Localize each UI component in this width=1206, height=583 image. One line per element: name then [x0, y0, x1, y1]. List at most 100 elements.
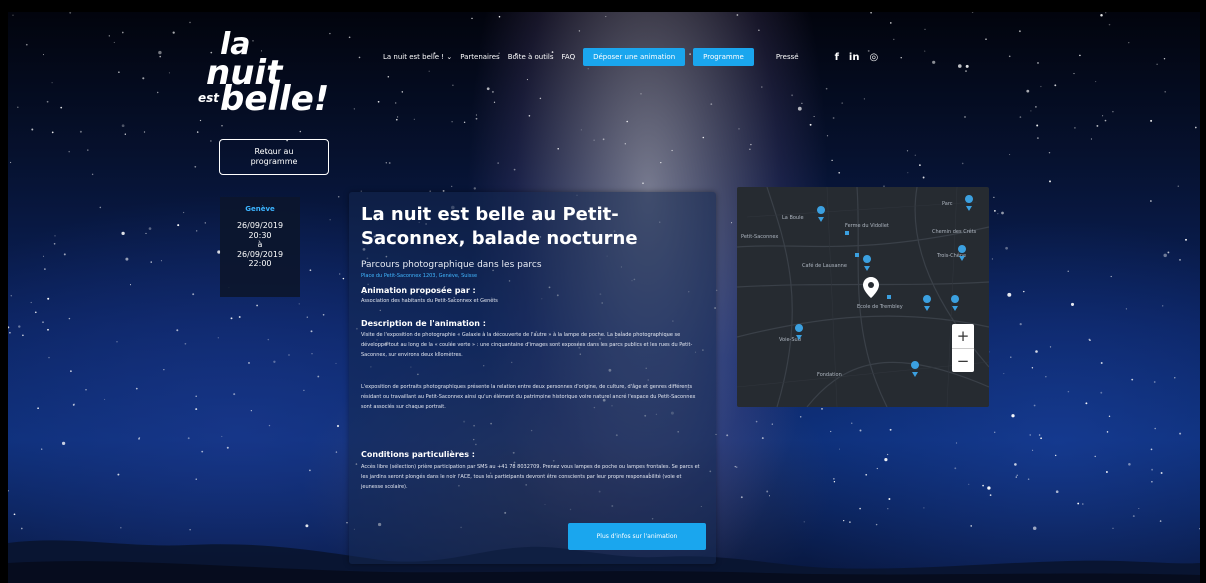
back-button-label-line1: Retour au — [254, 146, 294, 156]
star — [116, 341, 118, 343]
linkedin-icon[interactable]: in — [849, 52, 860, 63]
star — [1131, 378, 1134, 381]
star — [298, 303, 300, 305]
star — [1070, 302, 1075, 306]
star — [887, 508, 889, 510]
facebook-icon[interactable]: f — [835, 52, 839, 63]
instagram-icon[interactable]: ◎ — [869, 52, 878, 63]
star — [195, 408, 198, 411]
star — [42, 54, 45, 56]
star — [1040, 85, 1042, 88]
star — [1018, 30, 1021, 33]
star — [971, 12, 974, 13]
star — [108, 35, 110, 37]
star — [12, 14, 14, 16]
star — [142, 77, 145, 80]
star — [1015, 476, 1017, 478]
star — [1067, 270, 1069, 272]
star — [1031, 367, 1034, 369]
star — [1033, 404, 1036, 407]
logo-text-belle: belle! — [220, 79, 330, 119]
star — [1112, 110, 1114, 113]
star — [1009, 154, 1011, 156]
event-map[interactable]: La Boule Ferme du Vidollet Petit-Saconne… — [737, 187, 989, 407]
star — [248, 362, 250, 364]
event-date-box: Genève 26/09/2019 20:30 à 26/09/2019 22:… — [220, 197, 300, 297]
site-logo[interactable]: la nuit est belle! — [198, 22, 348, 117]
star — [602, 138, 605, 141]
star — [557, 147, 559, 150]
star — [1102, 115, 1104, 117]
star — [238, 316, 241, 318]
event-place[interactable]: Place du Petit-Saconnex 1203, Genève, Su… — [361, 273, 477, 279]
star — [825, 87, 828, 90]
star — [809, 123, 812, 126]
star — [961, 162, 964, 165]
star — [841, 102, 844, 104]
star — [924, 50, 926, 52]
star — [194, 165, 197, 168]
star — [923, 507, 925, 509]
star — [1055, 454, 1057, 457]
star — [1179, 432, 1182, 435]
nav-item-boite-a-outils[interactable]: Boite à outils — [508, 53, 554, 61]
star — [1045, 376, 1047, 378]
star — [79, 130, 82, 133]
nav-item-la-nuit-est-belle[interactable]: La nuit est belle ! ⌄ — [383, 53, 452, 61]
star — [1106, 431, 1109, 433]
star — [475, 114, 477, 116]
star — [1029, 434, 1031, 436]
star — [60, 106, 63, 109]
back-button-label-line2: programme — [250, 157, 298, 166]
star — [337, 196, 340, 198]
star — [1100, 362, 1103, 364]
star — [989, 494, 992, 496]
star — [117, 473, 120, 476]
star — [771, 423, 773, 425]
star — [813, 115, 815, 118]
star — [473, 187, 476, 190]
event-city: Genève — [245, 205, 275, 213]
star — [387, 75, 390, 78]
star — [859, 429, 862, 432]
zoom-in-button[interactable]: + — [952, 324, 974, 349]
star — [47, 297, 50, 300]
star — [91, 173, 94, 176]
star — [1016, 474, 1018, 476]
programme-button[interactable]: Programme — [693, 48, 754, 66]
star — [1151, 468, 1154, 471]
star — [1067, 390, 1070, 393]
star — [1179, 259, 1181, 261]
more-info-button[interactable]: Plus d'infos sur l'animation — [568, 523, 706, 550]
star — [1150, 200, 1152, 202]
star — [1108, 23, 1111, 26]
star — [377, 100, 380, 103]
nav-item-faq[interactable]: FAQ — [562, 53, 576, 61]
star — [299, 130, 302, 133]
star — [1027, 478, 1030, 480]
star — [734, 465, 737, 468]
logo-text-est: est — [198, 91, 220, 105]
description-paragraph-2: L'exposition de portraits photographique… — [361, 384, 696, 410]
star — [121, 124, 125, 128]
star — [1038, 434, 1041, 436]
zoom-out-button[interactable]: − — [952, 349, 974, 373]
star — [471, 17, 473, 20]
star — [22, 334, 24, 337]
back-to-programme-button[interactable]: Retour au programme — [219, 139, 329, 175]
star — [1094, 455, 1096, 458]
star — [964, 116, 966, 118]
star — [987, 486, 991, 490]
star — [85, 389, 87, 391]
nav-item-partenaires[interactable]: Partenaires — [460, 53, 499, 61]
star — [395, 102, 397, 104]
deposer-animation-button[interactable]: Déposer une animation — [583, 48, 686, 66]
star — [17, 106, 19, 109]
star — [63, 253, 66, 256]
star — [1032, 449, 1034, 451]
star — [863, 98, 866, 100]
star — [47, 328, 49, 331]
star — [129, 284, 132, 286]
nav-item-presse[interactable]: Presse — [776, 53, 799, 61]
star — [539, 97, 542, 100]
